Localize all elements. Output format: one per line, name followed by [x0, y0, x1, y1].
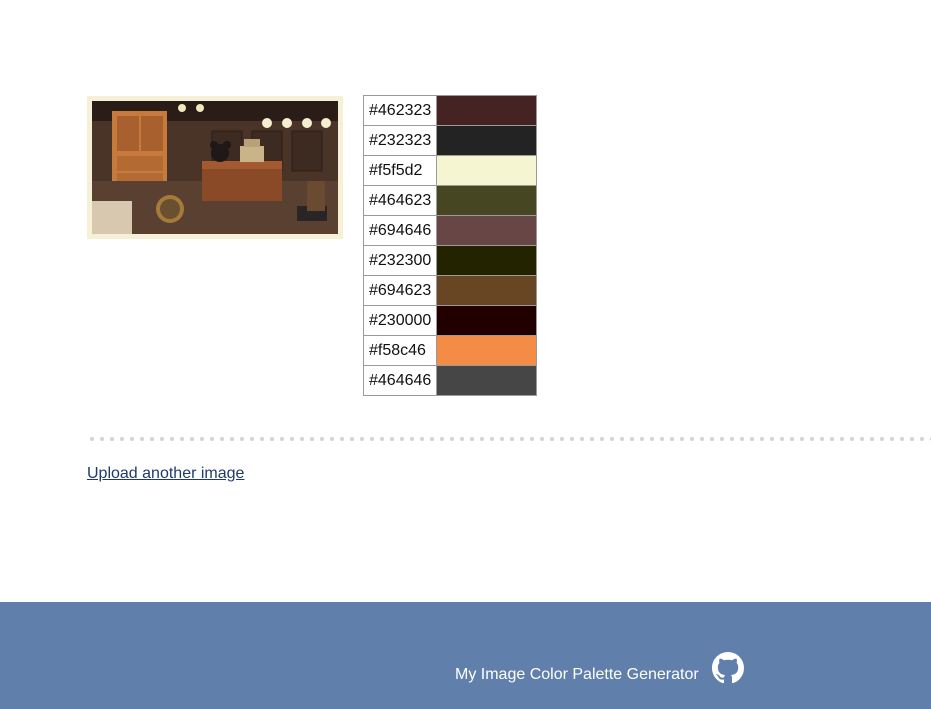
- palette-row: #464646: [363, 365, 537, 396]
- color-swatch: [436, 155, 537, 186]
- color-swatch: [436, 245, 537, 276]
- upload-another-image-link[interactable]: Upload another image: [87, 465, 244, 483]
- palette-row: #232323: [363, 125, 537, 156]
- hex-code: #694623: [363, 275, 437, 306]
- color-palette-table: #462323 #232323 #f5f5d2 #464623 #694646 #2323…: [363, 95, 537, 396]
- palette-row: #230000: [363, 305, 537, 336]
- color-swatch: [436, 95, 537, 126]
- hex-code: #694646: [363, 215, 437, 246]
- palette-row: #462323: [363, 95, 537, 126]
- hex-code: #464646: [363, 365, 437, 396]
- palette-row: #f5f5d2: [363, 155, 537, 186]
- hex-code: #232323: [363, 125, 437, 156]
- palette-row: #232300: [363, 245, 537, 276]
- hex-code: #230000: [363, 305, 437, 336]
- hex-code: #232300: [363, 245, 437, 276]
- color-swatch: [436, 185, 537, 216]
- hex-code: #464623: [363, 185, 437, 216]
- hex-code: #f5f5d2: [363, 155, 437, 186]
- footer-title: My Image Color Palette Generator: [455, 666, 699, 683]
- color-swatch: [436, 305, 537, 336]
- palette-row: #464623: [363, 185, 537, 216]
- palette-row: #694623: [363, 275, 537, 306]
- uploaded-image: [92, 101, 338, 234]
- color-swatch: [436, 215, 537, 246]
- hex-code: #f58c46: [363, 335, 437, 366]
- uploaded-image-frame: [87, 96, 343, 239]
- footer: My Image Color Palette Generator: [0, 602, 931, 709]
- palette-row: #694646: [363, 215, 537, 246]
- palette-row: #f58c46: [363, 335, 537, 366]
- hex-code: #462323: [363, 95, 437, 126]
- color-swatch: [436, 125, 537, 156]
- dotted-divider: [87, 436, 931, 442]
- color-swatch: [436, 365, 537, 396]
- github-icon[interactable]: [712, 652, 744, 684]
- page: #462323 #232323 #f5f5d2 #464623 #694646 #2323…: [0, 0, 931, 709]
- color-swatch: [436, 335, 537, 366]
- color-swatch: [436, 275, 537, 306]
